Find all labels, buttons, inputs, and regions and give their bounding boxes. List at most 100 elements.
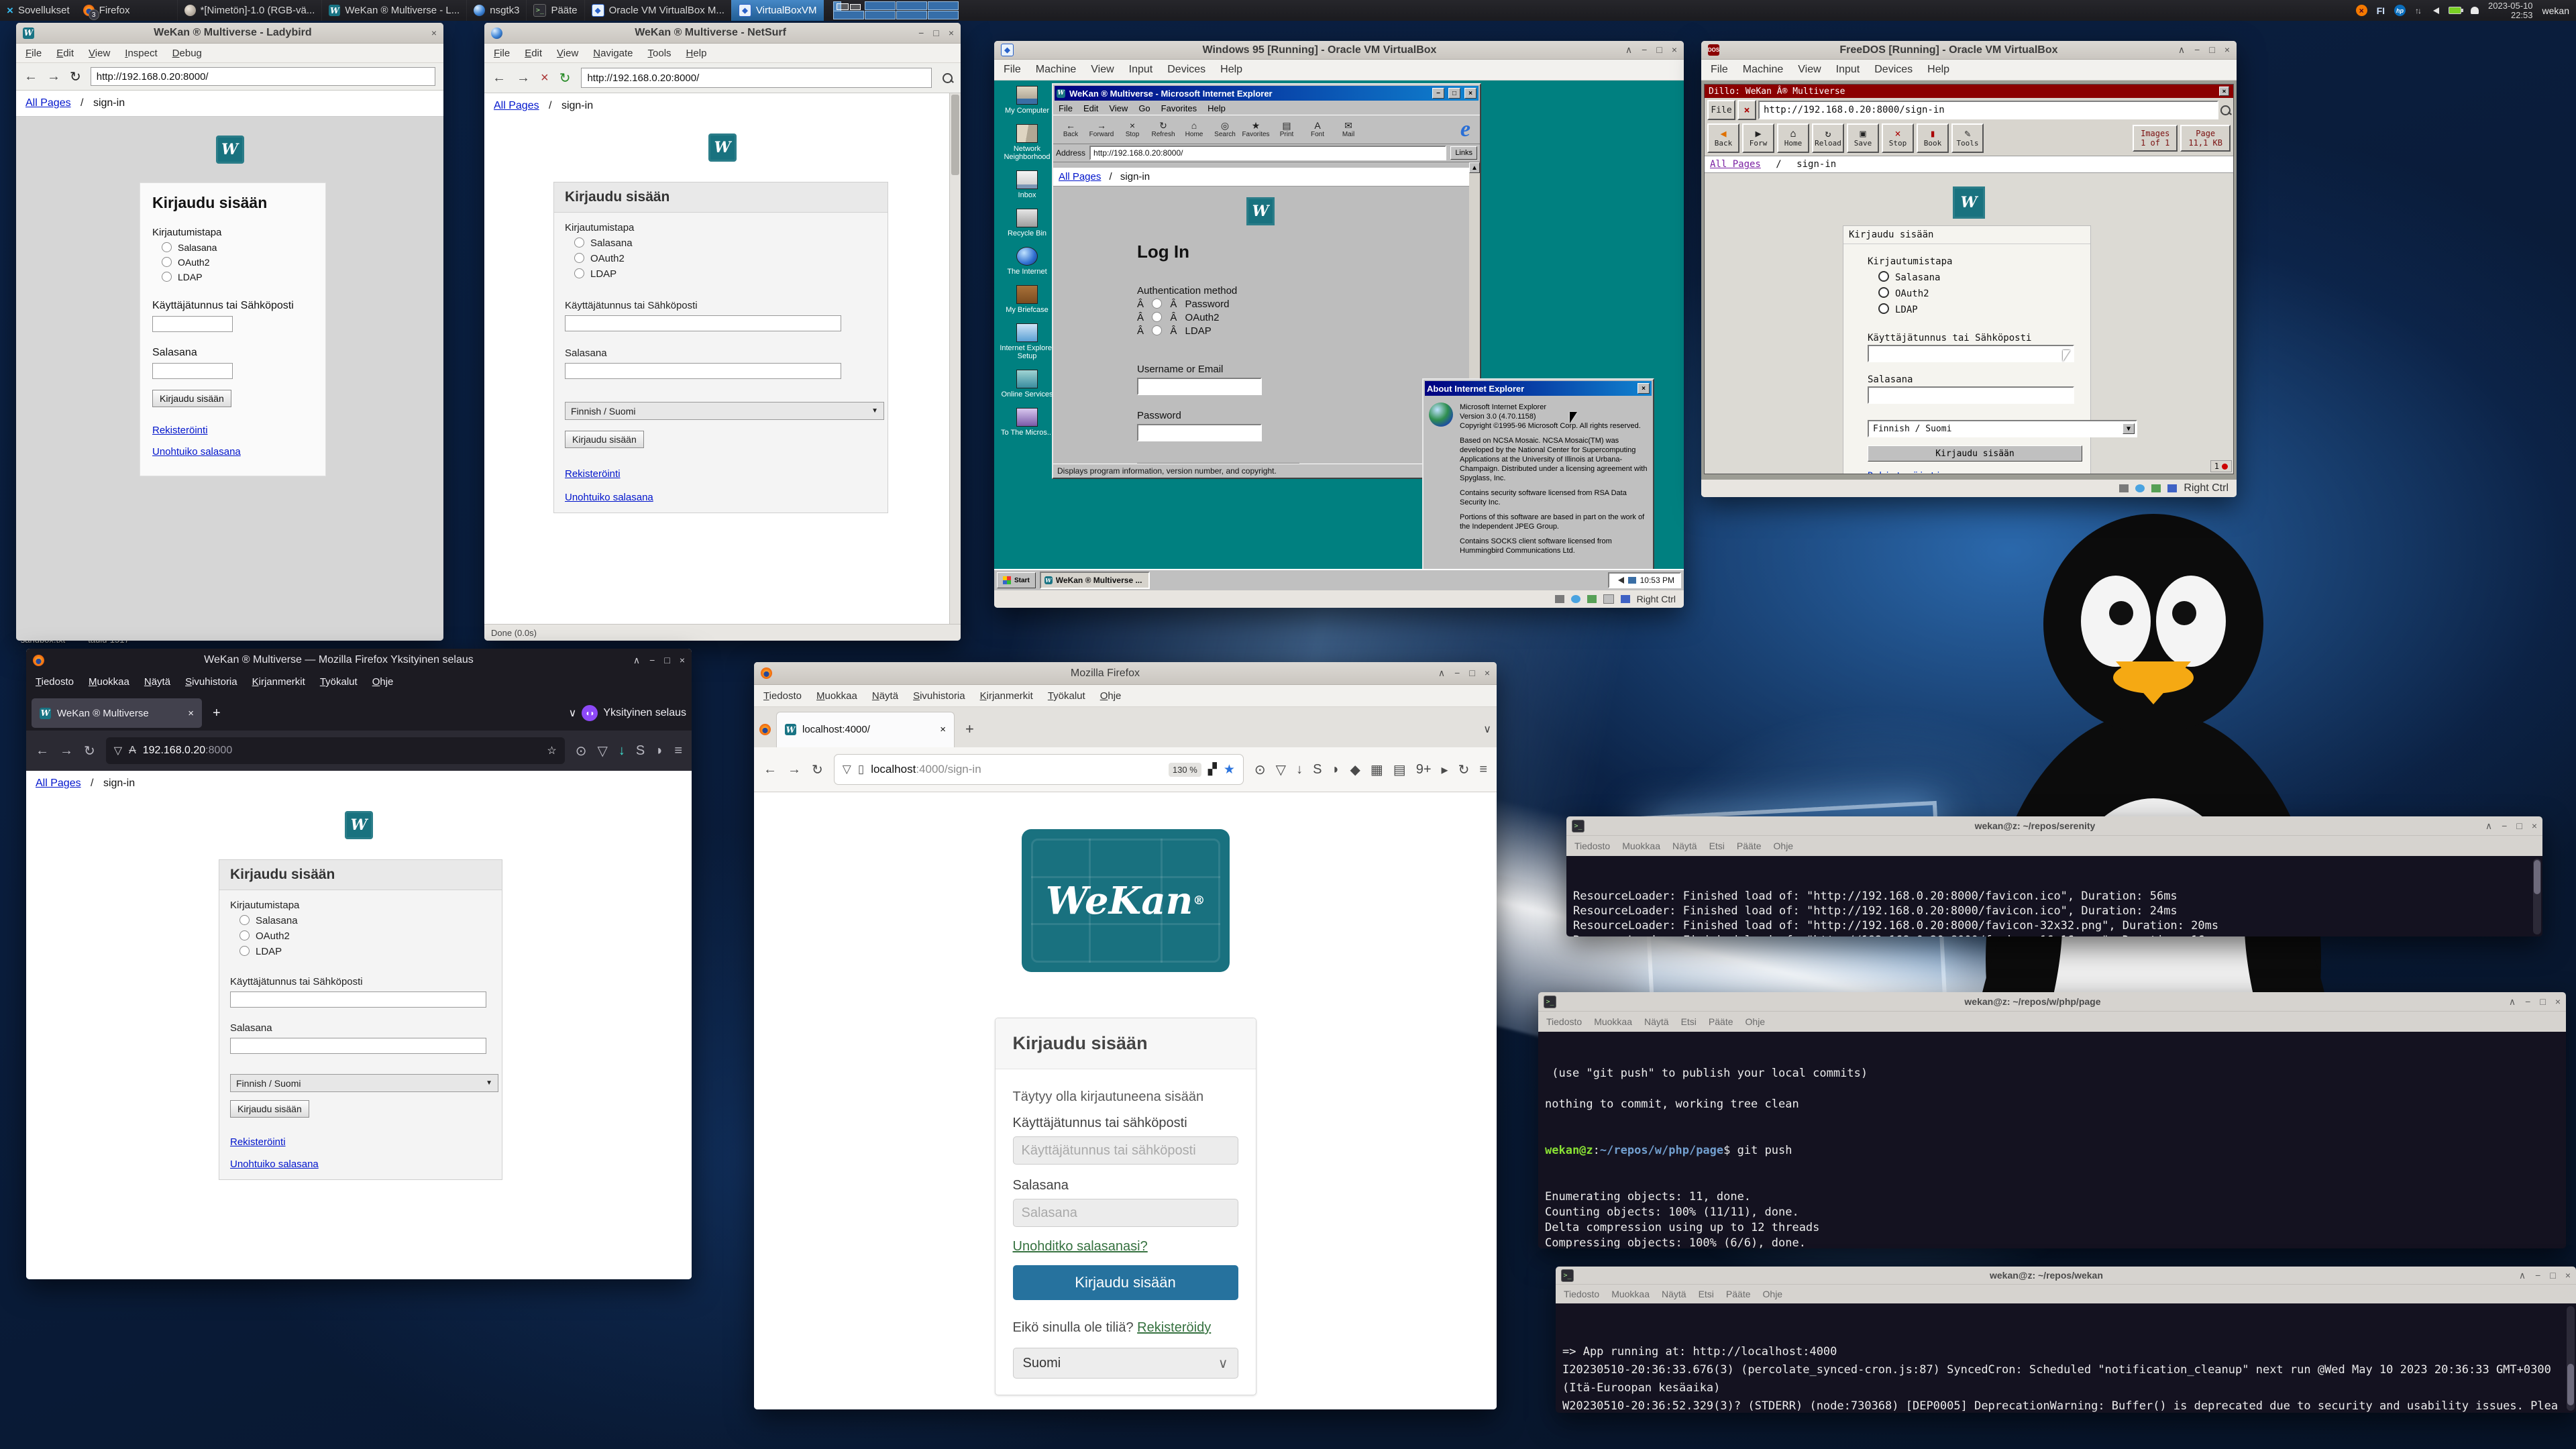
all-pages-link[interactable]: All Pages — [1710, 159, 1761, 170]
menu-item[interactable]: Näytä — [1672, 841, 1697, 851]
reader-icon[interactable]: ▞ — [1208, 763, 1217, 776]
fingerprint-icon[interactable]: ⊙ — [1254, 761, 1266, 778]
keyboard-layout-indicator[interactable]: FI — [2377, 5, 2385, 16]
taskbar-window-button[interactable]: nsgtk3 — [466, 0, 526, 21]
menu-item[interactable]: File — [1004, 64, 1021, 76]
auth-method-option[interactable]: LDAP — [239, 946, 491, 957]
maximize-icon[interactable]: □ — [2550, 1270, 2555, 1281]
battery-icon[interactable] — [2449, 7, 2461, 14]
forgot-password-link[interactable]: Unohtuiko salasana — [565, 492, 653, 503]
menu-item[interactable]: Help — [1927, 64, 1949, 76]
volume-icon[interactable] — [1615, 577, 1624, 584]
menu-item[interactable]: File — [25, 48, 42, 59]
signin-button[interactable]: Kirjaudu sisään — [152, 390, 231, 407]
shield-check-icon[interactable]: ▽ — [1276, 761, 1286, 778]
tab-localhost[interactable]: W localhost:4000/ × — [776, 712, 955, 747]
scroll-up-icon[interactable]: ▲ — [1469, 162, 1480, 173]
menu-item[interactable]: File — [1059, 103, 1073, 113]
menu-item[interactable]: Go — [1138, 103, 1150, 113]
close-icon[interactable]: × — [2555, 996, 2561, 1008]
maximize-icon[interactable]: □ — [933, 28, 938, 38]
auth-method-option[interactable]: Â Â LDAP — [1137, 325, 1480, 337]
search-icon[interactable] — [2220, 105, 2231, 115]
menu-item[interactable]: Muokkaa — [1622, 841, 1660, 851]
ie-titlebar[interactable]: W WeKan ® Multiverse - Microsoft Interne… — [1055, 86, 1479, 101]
auth-method-option[interactable]: Â Â Password — [1137, 299, 1480, 310]
stop-icon[interactable]: × — [541, 70, 549, 86]
language-select[interactable]: Finnish / Suomi ▼ — [565, 402, 884, 420]
username-input[interactable] — [565, 315, 841, 331]
dillo-toolbar-button[interactable]: ↻Reload — [1812, 123, 1844, 153]
menu-item[interactable]: Debug — [172, 48, 202, 59]
close-icon[interactable]: × — [2532, 820, 2537, 832]
register-link[interactable]: Rekisteröinti — [230, 1136, 286, 1148]
menu-item[interactable]: Muokkaa — [1611, 1289, 1650, 1299]
menu-item[interactable]: Ohje — [1774, 841, 1794, 851]
menu-item[interactable]: Pääte — [1709, 1016, 1733, 1027]
dillo-toolbar-button[interactable]: ✎Tools — [1951, 123, 1984, 153]
username-input[interactable] — [1137, 378, 1262, 395]
win95-desktop-icon[interactable]: My Briefcase — [998, 285, 1056, 314]
taskbar-window-button[interactable]: W WeKan ® Multiverse - L... — [321, 0, 466, 21]
tab-close-icon[interactable]: × — [188, 708, 194, 719]
firefox-titlebar[interactable]: Mozilla Firefox ∧−□× — [754, 662, 1497, 685]
language-select[interactable]: Suomi ∨ — [1013, 1348, 1238, 1379]
menu-item[interactable]: Muokkaa — [89, 676, 129, 688]
menu-item[interactable]: Edit — [525, 48, 542, 59]
menu-item[interactable]: Muokkaa — [1594, 1016, 1632, 1027]
menu-item[interactable]: Machine — [1743, 64, 1783, 76]
close-icon[interactable]: × — [949, 28, 954, 38]
dillo-toolbar-button[interactable]: ×Stop — [1882, 123, 1914, 153]
tab-wekan[interactable]: W WeKan ® Multiverse × — [32, 698, 202, 728]
auth-method-option[interactable]: LDAP — [162, 272, 313, 282]
vbox-titlebar[interactable]: ◆ Windows 95 [Running] - Oracle VM Virtu… — [994, 41, 1684, 60]
reload-icon[interactable]: ↻ — [812, 761, 823, 778]
url-bar[interactable]: http://192.168.0.20:8000/ — [581, 68, 932, 88]
win95-desktop-icon[interactable]: Network Neighborhood — [998, 124, 1056, 161]
menu-item[interactable]: Etsi — [1699, 1289, 1714, 1299]
password-input[interactable] — [565, 363, 841, 379]
pointer-icon[interactable]: ▸ — [1442, 761, 1448, 778]
win95-desktop-icon[interactable]: Inbox — [998, 170, 1056, 199]
username-input[interactable] — [230, 991, 486, 1008]
minimize-icon[interactable]: − — [2194, 44, 2200, 56]
maximize-icon[interactable]: □ — [2540, 996, 2545, 1008]
radio-icon[interactable] — [1152, 299, 1162, 309]
user-label[interactable]: wekan — [2542, 5, 2569, 16]
auth-method-option[interactable]: OAuth2 — [162, 257, 313, 268]
back-icon[interactable]: ← — [36, 743, 49, 759]
ladybird-titlebar[interactable]: W WeKan ® Multiverse - Ladybird × — [16, 23, 443, 44]
close-icon[interactable]: × — [2219, 87, 2229, 96]
taskbar-task-button[interactable]: W WeKan ® Multiverse ... — [1040, 572, 1150, 589]
shade-icon[interactable]: ∧ — [1438, 667, 1445, 679]
radio-icon[interactable] — [574, 237, 584, 248]
menu-item[interactable]: Sivuhistoria — [913, 690, 965, 702]
password-input[interactable] — [1868, 386, 2074, 404]
menu-item[interactable]: Ohje — [372, 676, 394, 688]
menu-item[interactable]: Input — [1129, 64, 1153, 76]
workspace-pager[interactable] — [833, 1, 959, 19]
sync-icon[interactable]: ↻ — [1458, 761, 1470, 778]
download-icon[interactable]: ↓ — [619, 743, 625, 759]
close-icon[interactable]: × — [1638, 383, 1650, 394]
ie-toolbar-button[interactable]: ★ Favorites — [1241, 121, 1271, 138]
language-select[interactable]: Finnish / Suomi ▼ — [1868, 420, 2137, 437]
url-bar[interactable]: http://192.168.0.20:8000/ — [91, 67, 435, 86]
menu-item[interactable]: Edit — [56, 48, 74, 59]
dillo-toolbar-button[interactable]: ▮Book — [1917, 123, 1949, 153]
menu-item[interactable]: Työkalut — [1048, 690, 1085, 702]
menu-item[interactable]: Edit — [1083, 103, 1098, 113]
menu-item[interactable]: Favorites — [1161, 103, 1197, 113]
minimize-icon[interactable]: − — [649, 655, 655, 666]
terminal-titlebar[interactable]: >_ wekan@z: ~/repos/wekan ∧−□× — [1556, 1267, 2576, 1284]
display-icon[interactable] — [1628, 577, 1636, 584]
menu-item[interactable]: View — [1109, 103, 1128, 113]
maximize-icon[interactable]: □ — [1656, 44, 1662, 56]
shade-icon[interactable]: ∧ — [1625, 44, 1632, 56]
shade-icon[interactable]: ∧ — [2485, 820, 2492, 832]
scrollbar[interactable] — [2533, 859, 2541, 934]
tab-list-icon[interactable]: ∨ — [1483, 722, 1491, 736]
password-input[interactable] — [230, 1038, 486, 1054]
network-icon[interactable]: ↑↓ — [2415, 6, 2420, 15]
back-icon[interactable]: ← — [492, 70, 506, 86]
